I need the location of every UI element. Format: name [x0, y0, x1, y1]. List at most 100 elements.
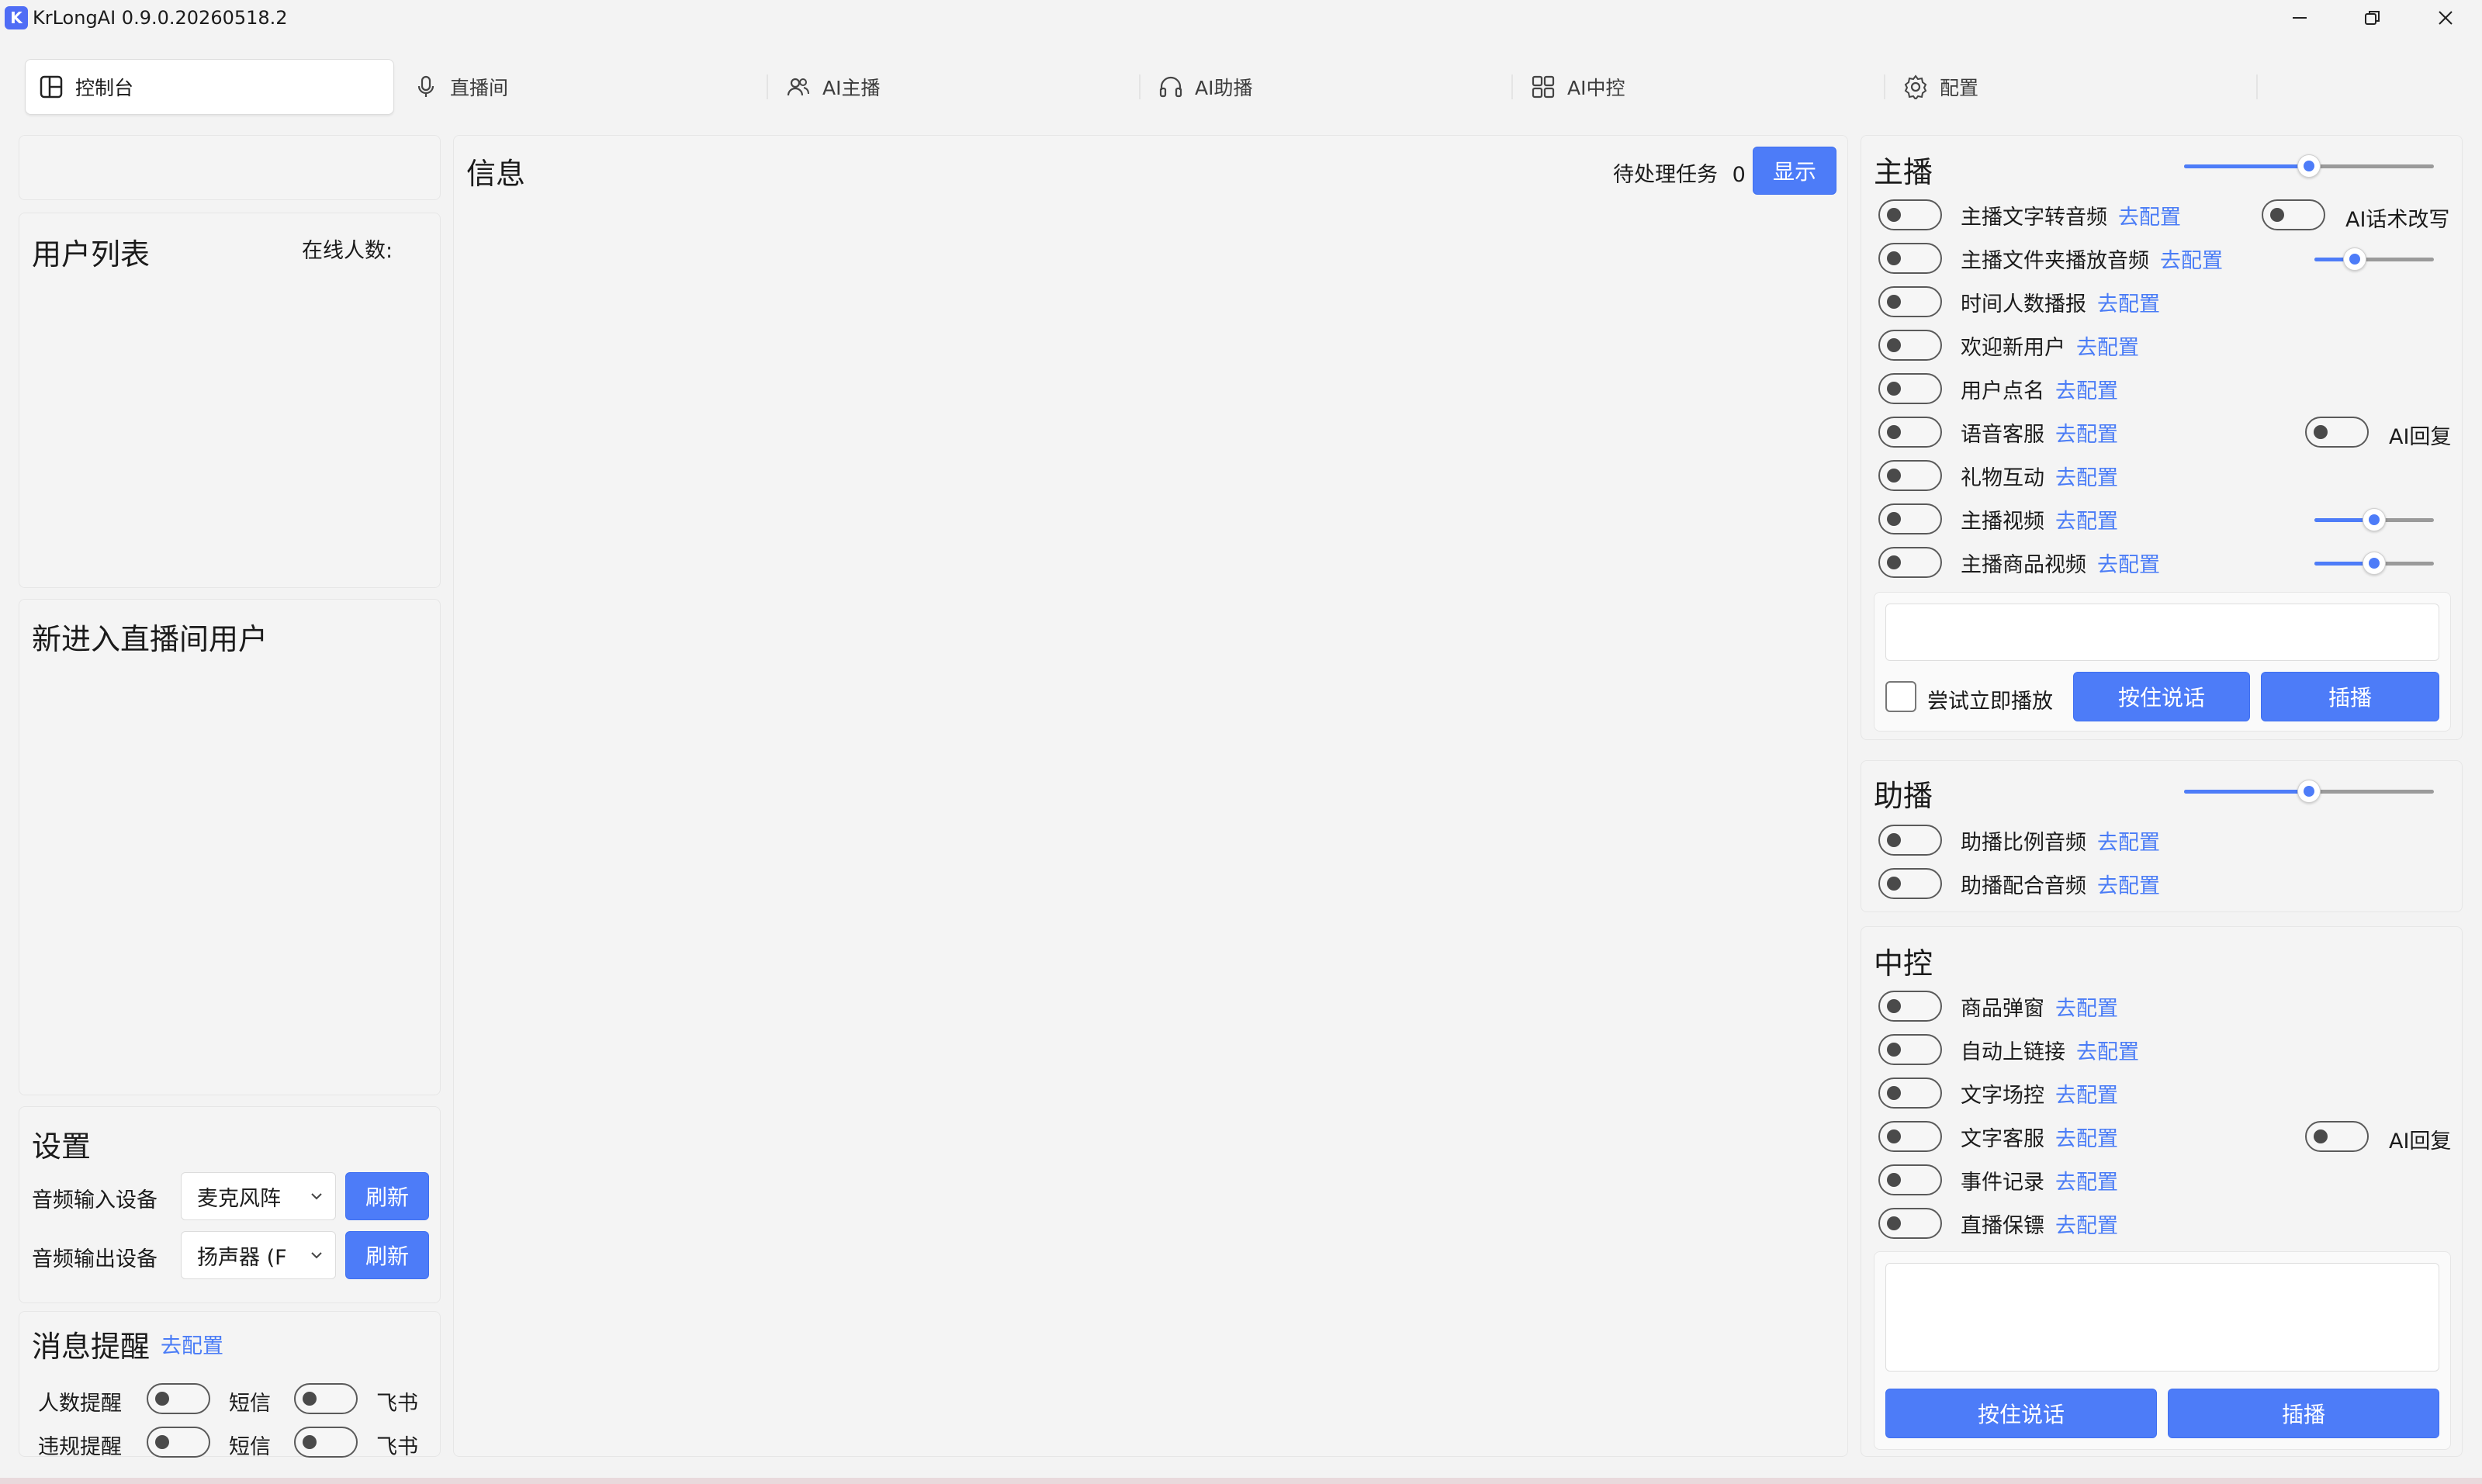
- config-link[interactable]: 去配置: [2055, 417, 2118, 448]
- host-rollcall-toggle[interactable]: [1878, 373, 1942, 404]
- config-link[interactable]: 去配置: [2055, 991, 2118, 1022]
- host-speech-input[interactable]: [1885, 604, 2439, 661]
- try-play-checkbox[interactable]: [1885, 681, 1916, 712]
- control-text-field-toggle[interactable]: [1878, 1078, 1942, 1109]
- control-autolink-toggle[interactable]: [1878, 1034, 1942, 1065]
- host-item-row: 语音客服 去配置: [1961, 415, 2118, 449]
- control-item-label: 商品弹窗: [1961, 996, 2044, 1021]
- host-ai-reply-toggle[interactable]: [2305, 417, 2369, 448]
- tab-ai-control[interactable]: AI中控: [1530, 59, 1625, 115]
- config-link[interactable]: 去配置: [2097, 548, 2160, 578]
- host-time-toggle[interactable]: [1878, 286, 1942, 317]
- control-item-row: 文字客服 去配置: [1961, 1119, 2118, 1154]
- control-item-row: 自动上链接 去配置: [1961, 1033, 2139, 1067]
- slider-thumb[interactable]: [2363, 552, 2386, 575]
- control-item-label: 文字场控: [1961, 1083, 2044, 1108]
- notify-count-feishu-toggle[interactable]: [294, 1383, 358, 1414]
- config-link[interactable]: 去配置: [2076, 1035, 2139, 1065]
- tab-dashboard[interactable]: 控制台: [25, 59, 394, 115]
- host-speech-box: 尝试立即播放 按住说话 插播: [1874, 592, 2451, 732]
- control-item-row: 文字场控 去配置: [1961, 1076, 2118, 1110]
- new-users-title: 新进入直播间用户: [32, 622, 268, 656]
- tab-label: AI助播: [1195, 77, 1253, 99]
- feishu-label: 飞书: [376, 1435, 418, 1459]
- feishu-label: 飞书: [376, 1392, 418, 1416]
- config-link[interactable]: 去配置: [2055, 1122, 2118, 1152]
- host-gift-toggle[interactable]: [1878, 460, 1942, 491]
- control-hold-talk-button[interactable]: 按住说话: [1885, 1389, 2157, 1438]
- notify-header: 消息提醒 去配置: [32, 1323, 223, 1365]
- control-title: 中控: [1874, 946, 1933, 981]
- slider-thumb[interactable]: [2297, 154, 2321, 178]
- audio-input-select[interactable]: 麦克风阵: [181, 1172, 336, 1220]
- ai-rewrite-toggle[interactable]: [2262, 199, 2325, 230]
- control-text-service-toggle[interactable]: [1878, 1121, 1942, 1152]
- notify-config-link[interactable]: 去配置: [161, 1329, 223, 1359]
- info-panel: 信息 待处理任务 0 显示: [453, 135, 1848, 1457]
- control-speech-box: 按住说话 插播: [1874, 1251, 2451, 1450]
- tab-ai-host[interactable]: AI主播: [785, 59, 880, 115]
- host-insert-button[interactable]: 插播: [2261, 672, 2439, 721]
- host-hold-talk-button[interactable]: 按住说话: [2073, 672, 2250, 721]
- assistant-item-label: 助播配合音频: [1961, 873, 2086, 898]
- config-link[interactable]: 去配置: [2055, 504, 2118, 534]
- host-tts-toggle[interactable]: [1878, 199, 1942, 230]
- assistant-ratio-toggle[interactable]: [1878, 825, 1942, 856]
- notify-violation-sms-toggle[interactable]: [147, 1427, 210, 1458]
- assistant-coop-toggle[interactable]: [1878, 868, 1942, 899]
- slider-thumb[interactable]: [2363, 508, 2386, 531]
- config-link[interactable]: 去配置: [2055, 374, 2118, 404]
- ai-reply-label: AI回复: [2389, 425, 2452, 449]
- host-volume-slider[interactable]: [2184, 154, 2434, 178]
- notify-row-label: 人数提醒: [38, 1392, 122, 1416]
- tab-live-room[interactable]: 直播间: [413, 59, 508, 115]
- config-link[interactable]: 去配置: [2097, 287, 2160, 317]
- audio-output-select[interactable]: 扬声器 (F: [181, 1231, 336, 1279]
- assistant-item-row: 助播配合音频 去配置: [1961, 867, 2160, 901]
- audio-output-refresh-button[interactable]: 刷新: [345, 1231, 429, 1279]
- pending-tasks-text: 待处理任务: [1613, 163, 1718, 187]
- host-voice-service-toggle[interactable]: [1878, 417, 1942, 448]
- close-button[interactable]: [2409, 0, 2482, 36]
- control-insert-button[interactable]: 插播: [2168, 1389, 2439, 1438]
- tab-settings[interactable]: 配置: [1902, 59, 1978, 115]
- host-item-row: 欢迎新用户 去配置: [1961, 328, 2139, 362]
- control-ai-reply-toggle[interactable]: [2305, 1121, 2369, 1152]
- slider-thumb[interactable]: [2297, 780, 2321, 803]
- config-link[interactable]: 去配置: [2076, 330, 2139, 361]
- tab-ai-assistant[interactable]: AI助播: [1158, 59, 1252, 115]
- folder-volume-slider[interactable]: [2314, 247, 2434, 271]
- host-video-toggle[interactable]: [1878, 503, 1942, 534]
- notify-violation-feishu-toggle[interactable]: [294, 1427, 358, 1458]
- host-welcome-toggle[interactable]: [1878, 330, 1942, 361]
- audio-input-label: 音频输入设备: [32, 1188, 158, 1212]
- show-button[interactable]: 显示: [1753, 147, 1836, 195]
- assistant-volume-slider[interactable]: [2184, 780, 2434, 803]
- notify-count-sms-toggle[interactable]: [147, 1383, 210, 1414]
- config-link[interactable]: 去配置: [2118, 200, 2181, 230]
- config-link[interactable]: 去配置: [2055, 1165, 2118, 1195]
- restore-button[interactable]: [2336, 0, 2409, 36]
- audio-input-refresh-button[interactable]: 刷新: [345, 1172, 429, 1220]
- video-volume-slider[interactable]: [2314, 508, 2434, 531]
- control-item-label: 文字客服: [1961, 1126, 2044, 1151]
- tab-divider: [2256, 74, 2258, 99]
- control-speech-input[interactable]: [1885, 1263, 2439, 1372]
- audio-output-label: 音频输出设备: [32, 1247, 158, 1271]
- host-folder-toggle[interactable]: [1878, 243, 1942, 274]
- minimize-button[interactable]: [2263, 0, 2336, 36]
- host-product-video-toggle[interactable]: [1878, 547, 1942, 578]
- config-link[interactable]: 去配置: [2055, 461, 2118, 491]
- control-popup-toggle[interactable]: [1878, 991, 1942, 1022]
- product-video-volume-slider[interactable]: [2314, 552, 2434, 575]
- config-link[interactable]: 去配置: [2097, 869, 2160, 899]
- config-link[interactable]: 去配置: [2097, 825, 2160, 856]
- config-link[interactable]: 去配置: [2055, 1209, 2118, 1239]
- notify-row-label: 违规提醒: [38, 1435, 122, 1459]
- control-guard-toggle[interactable]: [1878, 1208, 1942, 1239]
- host-item-label: 语音客服: [1961, 422, 2044, 447]
- control-event-log-toggle[interactable]: [1878, 1164, 1942, 1195]
- config-link[interactable]: 去配置: [2160, 244, 2223, 274]
- slider-thumb[interactable]: [2343, 247, 2367, 271]
- config-link[interactable]: 去配置: [2055, 1078, 2118, 1109]
